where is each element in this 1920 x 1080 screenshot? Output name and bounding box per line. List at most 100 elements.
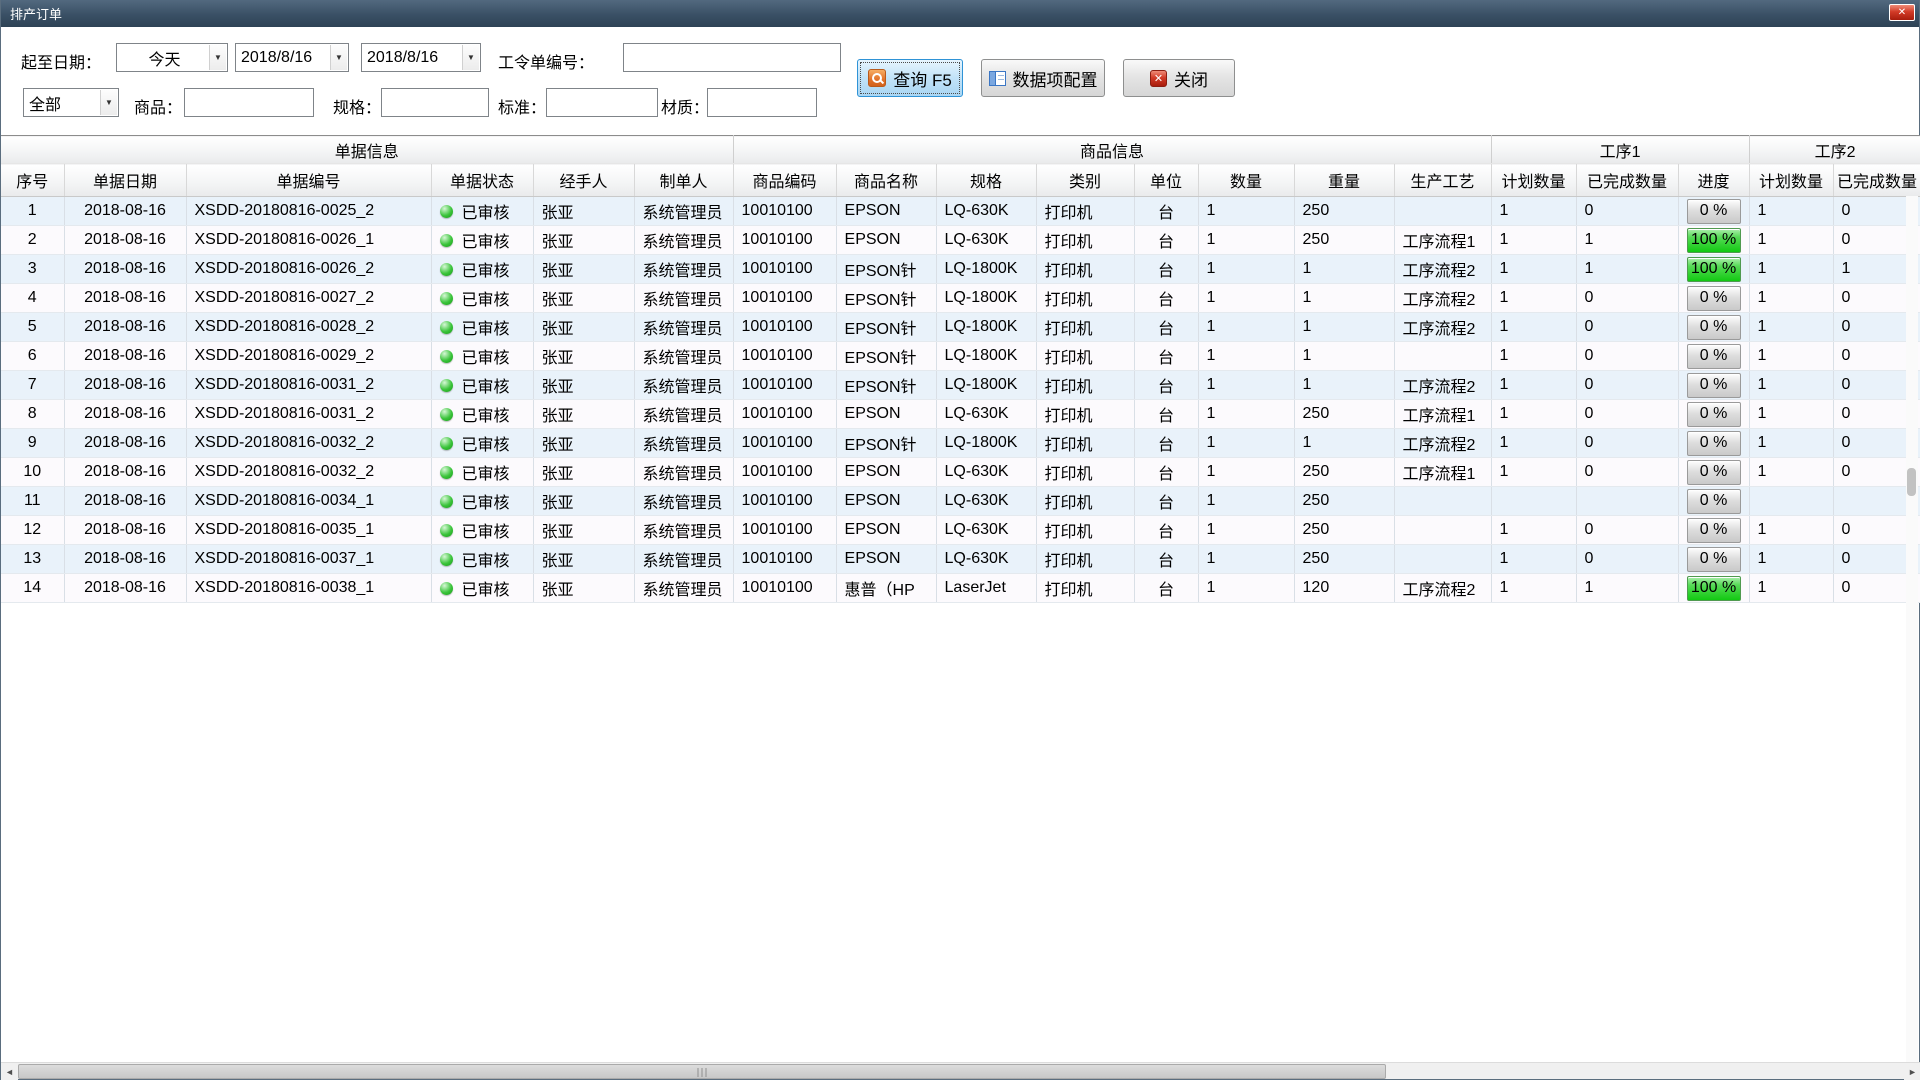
cell-maker: 系统管理员 — [634, 371, 733, 400]
table-row[interactable]: 132018-08-16XSDD-20180816-0037_1已审核张亚系统管… — [1, 545, 1920, 574]
cell-unit: 台 — [1134, 574, 1198, 603]
cell-status: 已审核 — [431, 516, 533, 545]
cell-cat: 打印机 — [1036, 545, 1134, 574]
status-ok-icon — [440, 205, 453, 218]
cell-process: 工序流程2 — [1394, 284, 1491, 313]
cell-process: 工序流程1 — [1394, 400, 1491, 429]
cell-code: 10010100 — [733, 197, 836, 226]
cell-p2_plan: 1 — [1749, 429, 1833, 458]
data-config-button[interactable]: 数据项配置 — [981, 59, 1105, 97]
table-row[interactable]: 62018-08-16XSDD-20180816-0029_2已审核张亚系统管理… — [1, 342, 1920, 371]
progress-badge: 0 % — [1687, 547, 1741, 572]
cell-cat: 打印机 — [1036, 516, 1134, 545]
table-row[interactable]: 32018-08-16XSDD-20180816-0026_2已审核张亚系统管理… — [1, 255, 1920, 284]
cell-no: XSDD-20180816-0027_2 — [186, 284, 431, 313]
table-row[interactable]: 82018-08-16XSDD-20180816-0031_2已审核张亚系统管理… — [1, 400, 1920, 429]
horizontal-scrollbar[interactable]: ◄ ► — [1, 1062, 1920, 1079]
cell-date: 2018-08-16 — [64, 545, 186, 574]
column-header-p1_done[interactable]: 已完成数量 — [1576, 164, 1678, 197]
material-input[interactable] — [707, 88, 817, 117]
table-row[interactable]: 142018-08-16XSDD-20180816-0038_1已审核张亚系统管… — [1, 574, 1920, 603]
column-header-maker[interactable]: 制单人 — [634, 164, 733, 197]
cell-p1_plan: 1 — [1491, 371, 1576, 400]
column-header-name[interactable]: 商品名称 — [836, 164, 936, 197]
date-preset-select[interactable]: 今天 ▼ — [116, 43, 228, 72]
cell-p2_plan: 1 — [1749, 284, 1833, 313]
vertical-scrollbar[interactable] — [1906, 196, 1918, 1062]
date-from-select[interactable]: 2018/8/16 ▼ — [235, 43, 349, 72]
category-value: 全部 — [29, 89, 98, 116]
cell-qty: 1 — [1198, 342, 1294, 371]
cell-cat: 打印机 — [1036, 487, 1134, 516]
cell-status: 已审核 — [431, 487, 533, 516]
column-header-status[interactable]: 单据状态 — [431, 164, 533, 197]
table-row[interactable]: 102018-08-16XSDD-20180816-0032_2已审核张亚系统管… — [1, 458, 1920, 487]
table-row[interactable]: 52018-08-16XSDD-20180816-0028_2已审核张亚系统管理… — [1, 313, 1920, 342]
status-text: 已审核 — [462, 402, 510, 426]
query-button[interactable]: 查询 F5 — [857, 59, 963, 97]
column-header-p1_prog[interactable]: 进度 — [1678, 164, 1749, 197]
column-header-code[interactable]: 商品编码 — [733, 164, 836, 197]
scroll-right-arrow-icon[interactable]: ► — [1904, 1063, 1920, 1080]
table-row[interactable]: 12018-08-16XSDD-20180816-0025_2已审核张亚系统管理… — [1, 197, 1920, 226]
column-header-qty[interactable]: 数量 — [1198, 164, 1294, 197]
column-header-no[interactable]: 单据编号 — [186, 164, 431, 197]
table-row[interactable]: 72018-08-16XSDD-20180816-0031_2已审核张亚系统管理… — [1, 371, 1920, 400]
standard-input[interactable] — [546, 88, 658, 117]
status-text: 已审核 — [462, 344, 510, 368]
cell-p1_done — [1576, 487, 1678, 516]
column-header-p2_done[interactable]: 已完成数量 — [1833, 164, 1920, 197]
table-row[interactable]: 42018-08-16XSDD-20180816-0027_2已审核张亚系统管理… — [1, 284, 1920, 313]
cell-progress: 0 % — [1678, 545, 1749, 574]
column-header-spec[interactable]: 规格 — [936, 164, 1036, 197]
chevron-down-icon: ▼ — [209, 45, 226, 70]
cell-handler: 张亚 — [533, 487, 634, 516]
product-input[interactable] — [184, 88, 314, 117]
cell-p2_plan: 1 — [1749, 313, 1833, 342]
table-row[interactable]: 22018-08-16XSDD-20180816-0026_1已审核张亚系统管理… — [1, 226, 1920, 255]
column-header-unit[interactable]: 单位 — [1134, 164, 1198, 197]
cell-date: 2018-08-16 — [64, 255, 186, 284]
cell-p1_plan — [1491, 487, 1576, 516]
cell-progress: 100 % — [1678, 574, 1749, 603]
table-row[interactable]: 112018-08-16XSDD-20180816-0034_1已审核张亚系统管… — [1, 487, 1920, 516]
cell-p2_plan — [1749, 487, 1833, 516]
group-header-0: 单据信息 — [1, 136, 733, 164]
column-header-p1_plan[interactable]: 计划数量 — [1491, 164, 1576, 197]
cell-unit: 台 — [1134, 371, 1198, 400]
column-header-p2_plan[interactable]: 计划数量 — [1749, 164, 1833, 197]
progress-badge: 100 % — [1687, 257, 1741, 282]
progress-badge: 100 % — [1687, 576, 1741, 601]
status-ok-icon — [440, 321, 453, 334]
column-header-handler[interactable]: 经手人 — [533, 164, 634, 197]
cell-p2_plan: 1 — [1749, 545, 1833, 574]
date-range-label: 起至日期： — [21, 49, 101, 73]
cell-name: EPSON — [836, 226, 936, 255]
cell-maker: 系统管理员 — [634, 197, 733, 226]
scroll-left-arrow-icon[interactable]: ◄ — [1, 1063, 18, 1080]
column-header-cat[interactable]: 类别 — [1036, 164, 1134, 197]
cell-date: 2018-08-16 — [64, 400, 186, 429]
cell-code: 10010100 — [733, 545, 836, 574]
table-row[interactable]: 92018-08-16XSDD-20180816-0032_2已审核张亚系统管理… — [1, 429, 1920, 458]
date-to-select[interactable]: 2018/8/16 ▼ — [361, 43, 481, 72]
column-header-seq[interactable]: 序号 — [1, 164, 64, 197]
cell-seq: 14 — [1, 574, 64, 603]
columns-config-icon — [989, 71, 1006, 86]
work-order-input[interactable] — [623, 43, 841, 72]
spec-input[interactable] — [381, 88, 489, 117]
category-select[interactable]: 全部 ▼ — [23, 88, 119, 117]
cell-p1_plan: 1 — [1491, 574, 1576, 603]
close-button[interactable]: ✕ 关闭 — [1123, 59, 1235, 97]
cell-process: 工序流程2 — [1394, 255, 1491, 284]
cell-maker: 系统管理员 — [634, 255, 733, 284]
column-header-date[interactable]: 单据日期 — [64, 164, 186, 197]
column-header-process[interactable]: 生产工艺 — [1394, 164, 1491, 197]
horizontal-scrollbar-thumb[interactable] — [18, 1064, 1386, 1079]
cell-progress: 100 % — [1678, 255, 1749, 284]
window-close-button[interactable]: ✕ — [1889, 4, 1915, 21]
column-header-weight[interactable]: 重量 — [1294, 164, 1394, 197]
cell-unit: 台 — [1134, 313, 1198, 342]
vertical-scrollbar-thumb[interactable] — [1907, 468, 1916, 496]
table-row[interactable]: 122018-08-16XSDD-20180816-0035_1已审核张亚系统管… — [1, 516, 1920, 545]
